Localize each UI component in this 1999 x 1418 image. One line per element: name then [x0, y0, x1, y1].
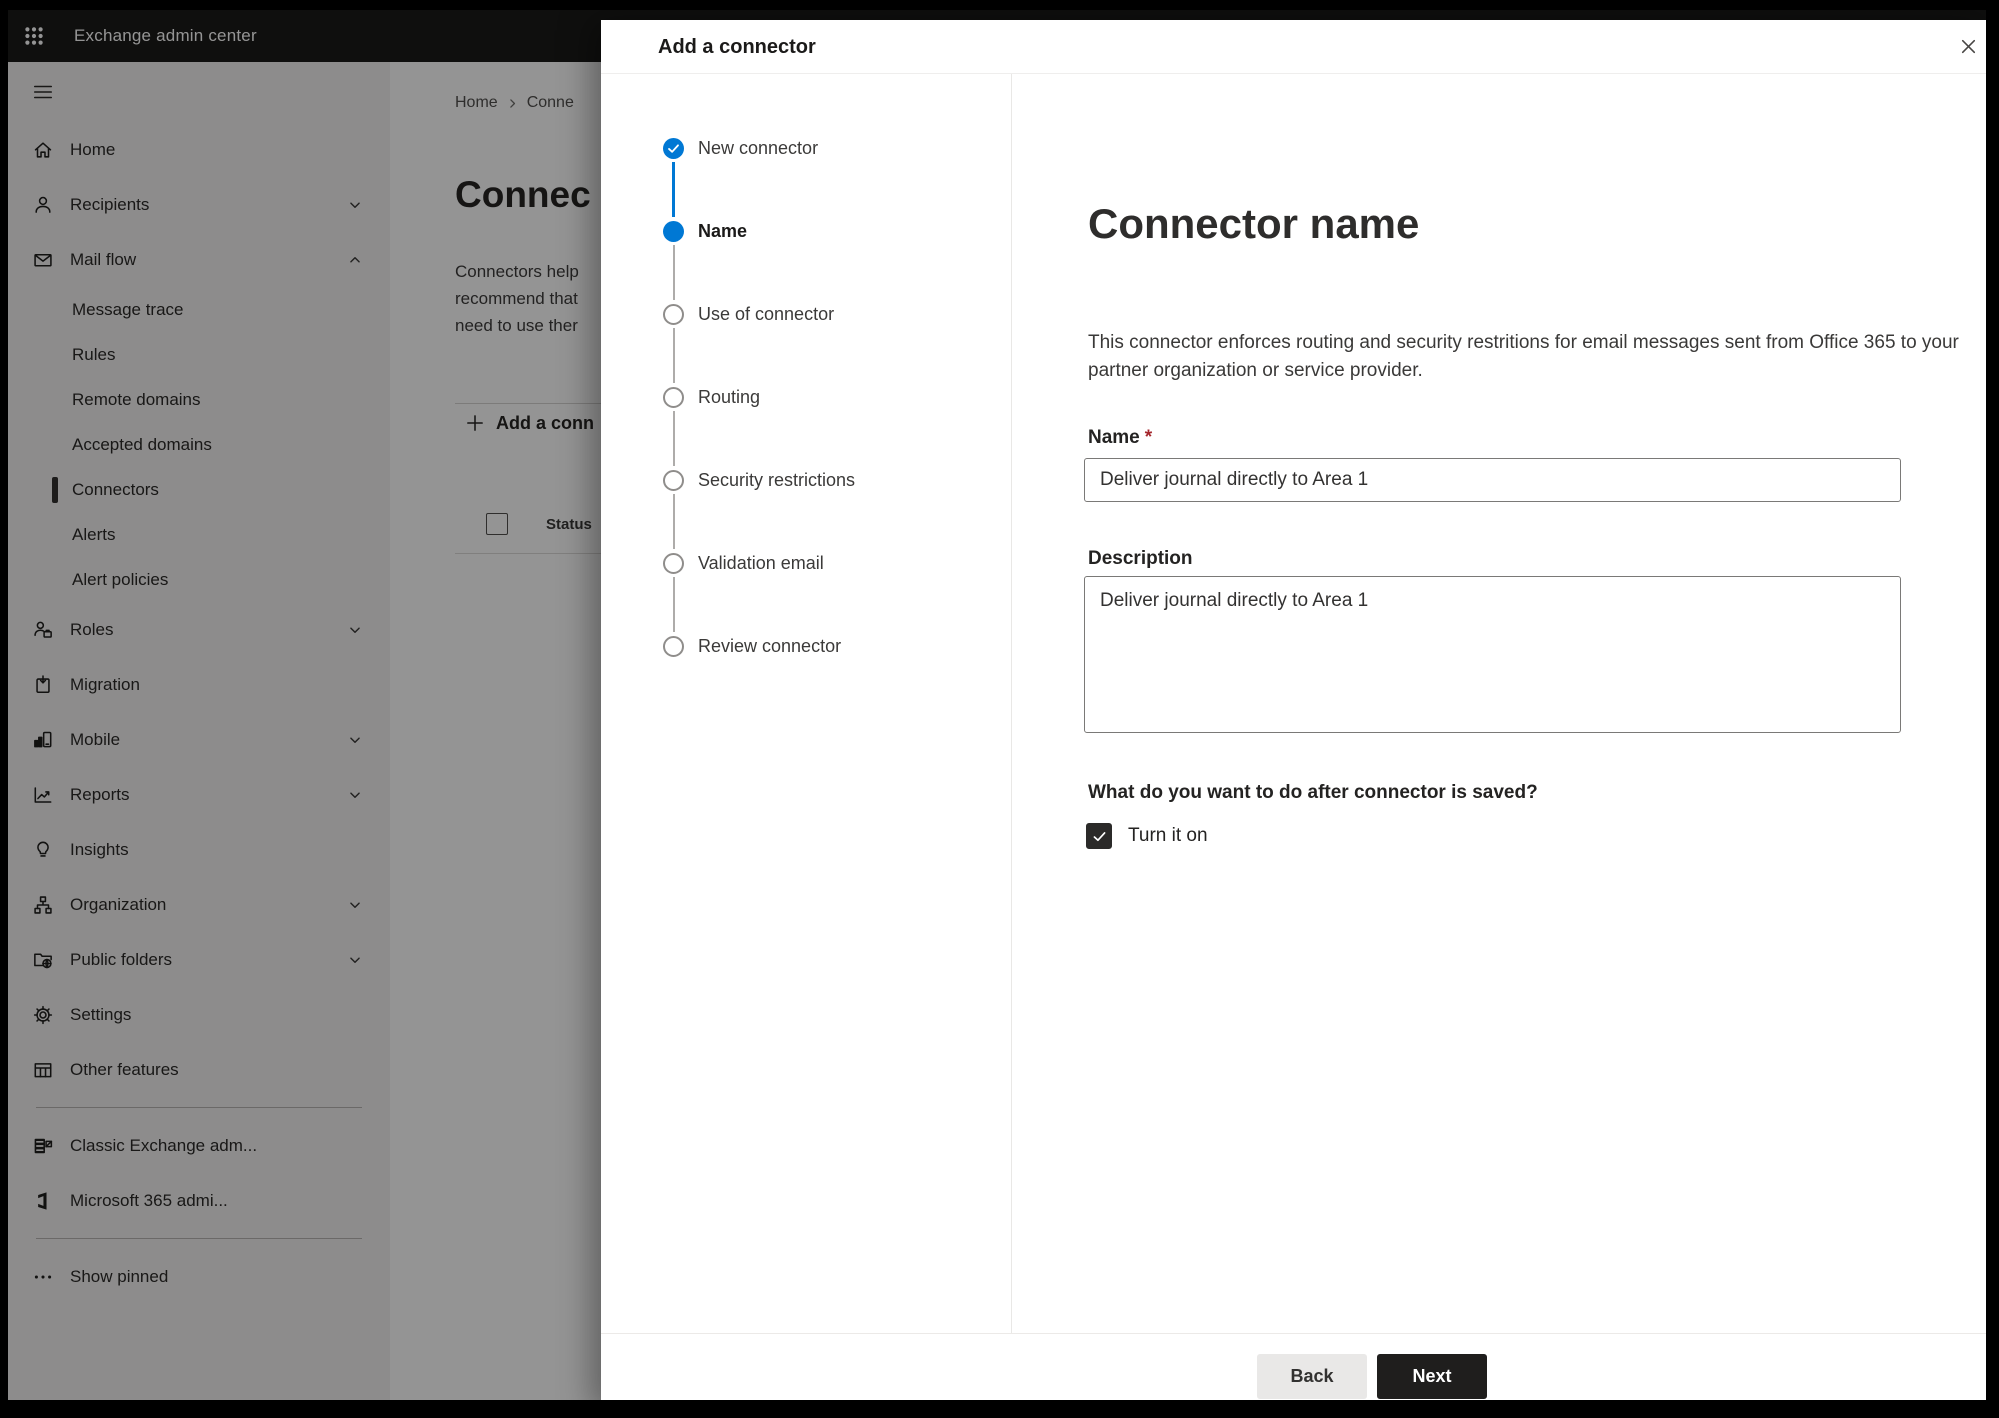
- wizard-step-new-connector[interactable]: New connector: [698, 138, 818, 159]
- step-indicator-upcoming[interactable]: [663, 552, 684, 574]
- required-marker: *: [1144, 427, 1153, 448]
- close-button[interactable]: [1949, 27, 1986, 65]
- after-save-question: What do you want to do after connector i…: [1088, 782, 1538, 803]
- checkmark-icon: [1091, 828, 1108, 845]
- wizard-step-validation-email[interactable]: Validation email: [698, 553, 824, 574]
- name-field-label: Name *: [1088, 427, 1153, 448]
- wizard-step-use-of-connector[interactable]: Use of connector: [698, 304, 834, 325]
- step-connector-line: [672, 411, 675, 466]
- step-connector-line: [672, 494, 675, 549]
- wizard-step-routing[interactable]: Routing: [698, 387, 760, 408]
- wizard-step-review-connector[interactable]: Review connector: [698, 636, 841, 657]
- description-textarea[interactable]: Deliver journal directly to Area 1: [1084, 576, 1901, 733]
- app-window: Exchange admin center Home Recipients Mail…: [8, 10, 1986, 1400]
- step-description: This connector enforces routing and secu…: [1088, 332, 1959, 381]
- description-field-label: Description: [1088, 548, 1193, 569]
- step-connector-line: [672, 328, 675, 383]
- turn-it-on-label: Turn it on: [1128, 825, 1208, 846]
- add-connector-modal: Add a connector New connector Name Use of …: [601, 20, 1986, 1400]
- step-connector-line: [672, 162, 675, 217]
- next-button[interactable]: Next: [1377, 1354, 1487, 1399]
- wizard-step-security-restrictions[interactable]: Security restrictions: [698, 470, 855, 491]
- step-indicator-upcoming[interactable]: [663, 303, 684, 325]
- step-indicator-upcoming[interactable]: [663, 386, 684, 408]
- step-indicator-upcoming[interactable]: [663, 635, 684, 657]
- step-connector-line: [672, 245, 675, 300]
- wizard-step-name[interactable]: Name: [698, 221, 747, 242]
- turn-it-on-checkbox[interactable]: [1086, 823, 1112, 849]
- turn-it-on-checkbox-row[interactable]: Turn it on: [1086, 823, 1208, 849]
- close-icon: [1958, 36, 1979, 57]
- name-input[interactable]: [1084, 458, 1901, 502]
- step-connector-line: [672, 577, 675, 632]
- wizard-steps: New connector Name Use of connector Routing…: [601, 74, 1012, 1333]
- step-indicator-current[interactable]: [663, 220, 684, 242]
- modal-footer: Back Next: [601, 1333, 1986, 1400]
- modal-title: Add a connector: [658, 36, 816, 58]
- step-indicator-complete-check[interactable]: [663, 137, 684, 159]
- modal-content: Connector name This connector enforces r…: [1012, 74, 1986, 1333]
- modal-header: Add a connector: [601, 20, 1986, 74]
- back-button[interactable]: Back: [1257, 1354, 1367, 1399]
- step-indicator-upcoming[interactable]: [663, 469, 684, 491]
- step-heading: Connector name: [1088, 200, 1420, 247]
